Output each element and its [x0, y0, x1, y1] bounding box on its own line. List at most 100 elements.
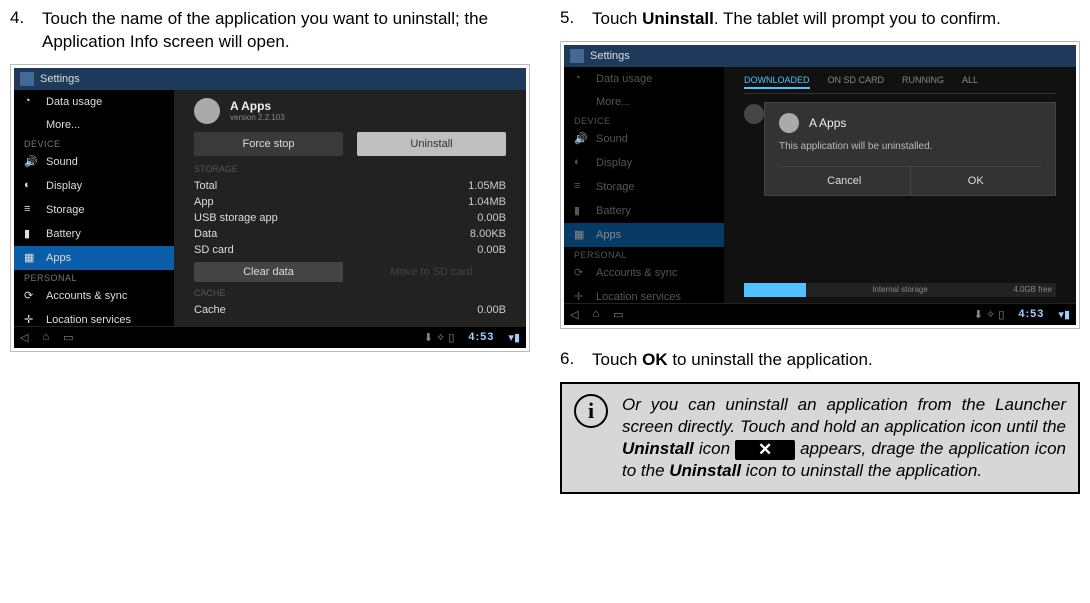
sidebar-item-sound[interactable]: 🔊 Sound — [14, 150, 174, 174]
info-note: i Or you can uninstall an application fr… — [560, 382, 1080, 494]
step-number: 4. — [10, 8, 42, 54]
settings-icon — [20, 72, 34, 86]
step-text: Touch the name of the application you wa… — [42, 8, 530, 54]
label: Sound — [46, 156, 78, 168]
label: More... — [574, 96, 630, 108]
move-sd-button-disabled: Move to SD card — [357, 262, 506, 282]
back-icon[interactable]: ◁ — [20, 331, 28, 344]
right-column: 5. Touch Uninstall. The tablet will prom… — [560, 8, 1080, 494]
step-4: 4. Touch the name of the application you… — [10, 8, 530, 54]
force-stop-button[interactable]: Force stop — [194, 132, 343, 156]
step-6: 6. Touch OK to uninstall the application… — [560, 349, 1080, 372]
status-icons: ⬇ ✧ ▯ — [424, 331, 455, 344]
sidebar-item-apps[interactable]: ▦ Apps — [14, 246, 174, 270]
apps-icon: ▦ — [574, 228, 588, 242]
clock: 4:53 — [1018, 308, 1044, 320]
apps-tabs: DOWNLOADED ON SD CARD RUNNING ALL — [744, 75, 1056, 94]
sound-icon: 🔊 — [574, 132, 588, 146]
sound-icon: 🔊 — [24, 155, 38, 169]
window-title: Settings — [40, 73, 80, 85]
v: 0.00B — [477, 304, 506, 316]
back-icon[interactable]: ◁ — [570, 308, 578, 321]
sidebar-item-more[interactable]: More... — [14, 114, 174, 136]
dialog-cancel-button[interactable]: Cancel — [779, 167, 910, 195]
t: Touch — [592, 9, 642, 28]
home-icon[interactable]: ⌂ — [592, 308, 599, 320]
label: Data usage — [46, 96, 102, 108]
uninstall-confirm-dialog: A Apps This application will be uninstal… — [764, 102, 1056, 196]
storage-icon: ≡ — [24, 203, 38, 217]
cache-heading: CACHE — [194, 288, 506, 298]
apps-list-panel: DOWNLOADED ON SD CARD RUNNING ALL A Apps… — [724, 67, 1076, 303]
uninstall-button[interactable]: Uninstall — [357, 132, 506, 156]
t: to uninstall the application. — [668, 350, 873, 369]
label: Apps — [46, 252, 71, 264]
sidebar-item-battery: ▮Battery — [564, 199, 724, 223]
location-icon: ✛ — [574, 290, 588, 304]
app-icon — [779, 113, 799, 133]
sidebar-item-location[interactable]: ✛ Location services — [14, 308, 174, 332]
home-icon[interactable]: ⌂ — [42, 331, 49, 343]
bold: Uninstall — [622, 439, 694, 458]
data-usage-icon: ◔ — [24, 95, 38, 109]
tab-sdcard[interactable]: ON SD CARD — [828, 75, 885, 89]
step-number: 6. — [560, 349, 592, 372]
dialog-title: A Apps — [809, 116, 846, 130]
settings-icon — [570, 49, 584, 63]
recents-icon[interactable]: ▭ — [613, 308, 623, 321]
sync-icon: ⟳ — [24, 289, 38, 303]
tab-running[interactable]: RUNNING — [902, 75, 944, 89]
sidebar-item-storage[interactable]: ≡ Storage — [14, 198, 174, 222]
tab-all[interactable]: ALL — [962, 75, 978, 89]
note-text: Or you can uninstall an application from… — [622, 394, 1066, 482]
app-version: version 2.2.103 — [230, 113, 285, 122]
t: Or you can uninstall an application from… — [622, 395, 1066, 436]
uninstall-x-icon: ✕ — [735, 440, 795, 460]
storage-heading: STORAGE — [194, 164, 506, 174]
info-icon: i — [574, 394, 608, 428]
bold: OK — [642, 350, 668, 369]
k: Data — [194, 228, 217, 240]
sidebar-heading-device: DEVICE — [564, 113, 724, 127]
status-icons: ⬇ ✧ ▯ — [974, 308, 1005, 321]
k: USB storage app — [194, 212, 278, 224]
internal-storage-bar: Internal storage 4.0GB free — [744, 283, 1056, 297]
v: 0.00B — [477, 212, 506, 224]
recents-icon[interactable]: ▭ — [63, 331, 73, 344]
sidebar-item-display: ◐Display — [564, 151, 724, 175]
dialog-ok-button[interactable]: OK — [910, 167, 1042, 195]
signal-icon: ▾▮ — [508, 331, 520, 344]
sidebar-item-more: More... — [564, 91, 724, 113]
label: Accounts & sync — [46, 290, 127, 302]
k: App — [194, 196, 214, 208]
k: Total — [194, 180, 217, 192]
sidebar-heading-personal: PERSONAL — [14, 270, 174, 284]
step-number: 5. — [560, 8, 592, 31]
dialog-message: This application will be uninstalled. — [779, 141, 1041, 152]
settings-sidebar-dimmed: ◔Data usage More... DEVICE 🔊Sound ◐Displ… — [564, 67, 724, 303]
label: Battery — [596, 205, 631, 217]
sidebar-item-display[interactable]: ◐ Display — [14, 174, 174, 198]
sidebar-item-data-usage[interactable]: ◔ Data usage — [14, 90, 174, 114]
v: 0.00B — [477, 244, 506, 256]
sidebar-item-sound: 🔊 Sound — [564, 127, 724, 151]
clear-data-button[interactable]: Clear data — [194, 262, 343, 282]
sidebar-item-battery[interactable]: ▮ Battery — [14, 222, 174, 246]
app-info-panel: A Apps version 2.2.103 Force stop Uninst… — [174, 90, 526, 326]
sync-icon: ⟳ — [574, 266, 588, 280]
battery-icon: ▮ — [24, 227, 38, 241]
window-titlebar: Settings — [14, 68, 526, 90]
display-icon: ◐ — [574, 156, 588, 170]
screenshot-2-frame: Settings ◔Data usage More... DEVICE 🔊Sou… — [560, 41, 1080, 329]
window-title: Settings — [590, 50, 630, 62]
tab-downloaded[interactable]: DOWNLOADED — [744, 75, 810, 89]
label: Battery — [46, 228, 81, 240]
storage-free: 4.0GB free — [1013, 285, 1052, 294]
sidebar-item-apps: ▦ Apps — [564, 223, 724, 247]
label: Apps — [596, 229, 621, 241]
screenshot-1-frame: Settings ◔ Data usage More... DEVICE � — [10, 64, 530, 352]
v: 1.04MB — [468, 196, 506, 208]
label: Sound — [596, 133, 628, 145]
sidebar-item-accounts[interactable]: ⟳ Accounts & sync — [14, 284, 174, 308]
window-titlebar: Settings — [564, 45, 1076, 67]
